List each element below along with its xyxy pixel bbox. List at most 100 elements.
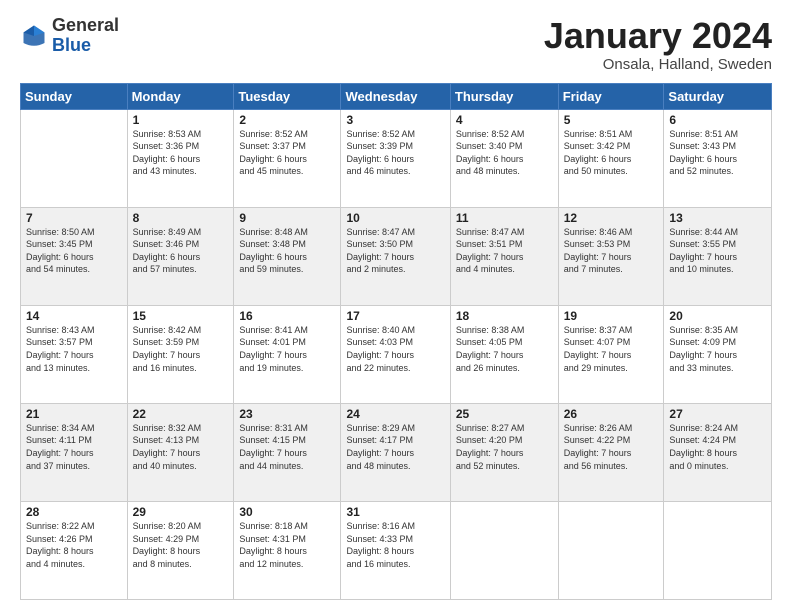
logo-line2: Blue	[52, 36, 119, 56]
col-header-monday: Monday	[127, 83, 234, 109]
day-info: Sunrise: 8:51 AMSunset: 3:42 PMDaylight:…	[564, 128, 659, 178]
day-number: 1	[133, 113, 229, 127]
day-info: Sunrise: 8:49 AMSunset: 3:46 PMDaylight:…	[133, 226, 229, 276]
day-number: 10	[346, 211, 444, 225]
day-info: Sunrise: 8:22 AMSunset: 4:26 PMDaylight:…	[26, 520, 122, 570]
location-subtitle: Onsala, Halland, Sweden	[544, 56, 772, 73]
calendar-cell: 22Sunrise: 8:32 AMSunset: 4:13 PMDayligh…	[127, 403, 234, 501]
day-info: Sunrise: 8:53 AMSunset: 3:36 PMDaylight:…	[133, 128, 229, 178]
calendar-cell: 11Sunrise: 8:47 AMSunset: 3:51 PMDayligh…	[450, 207, 558, 305]
day-number: 25	[456, 407, 553, 421]
day-number: 31	[346, 505, 444, 519]
day-info: Sunrise: 8:31 AMSunset: 4:15 PMDaylight:…	[239, 422, 335, 472]
calendar-cell: 1Sunrise: 8:53 AMSunset: 3:36 PMDaylight…	[127, 109, 234, 207]
col-header-friday: Friday	[558, 83, 664, 109]
day-info: Sunrise: 8:47 AMSunset: 3:50 PMDaylight:…	[346, 226, 444, 276]
calendar-cell	[21, 109, 128, 207]
logo-icon	[20, 22, 48, 50]
day-number: 18	[456, 309, 553, 323]
day-number: 26	[564, 407, 659, 421]
col-header-tuesday: Tuesday	[234, 83, 341, 109]
day-number: 11	[456, 211, 553, 225]
calendar-cell: 8Sunrise: 8:49 AMSunset: 3:46 PMDaylight…	[127, 207, 234, 305]
day-number: 14	[26, 309, 122, 323]
day-number: 17	[346, 309, 444, 323]
calendar-cell: 4Sunrise: 8:52 AMSunset: 3:40 PMDaylight…	[450, 109, 558, 207]
calendar-cell: 6Sunrise: 8:51 AMSunset: 3:43 PMDaylight…	[664, 109, 772, 207]
header: General Blue January 2024 Onsala, Hallan…	[20, 16, 772, 73]
title-block: January 2024 Onsala, Halland, Sweden	[544, 16, 772, 73]
day-info: Sunrise: 8:48 AMSunset: 3:48 PMDaylight:…	[239, 226, 335, 276]
day-info: Sunrise: 8:20 AMSunset: 4:29 PMDaylight:…	[133, 520, 229, 570]
day-number: 4	[456, 113, 553, 127]
day-number: 30	[239, 505, 335, 519]
day-info: Sunrise: 8:52 AMSunset: 3:37 PMDaylight:…	[239, 128, 335, 178]
day-info: Sunrise: 8:16 AMSunset: 4:33 PMDaylight:…	[346, 520, 444, 570]
day-info: Sunrise: 8:47 AMSunset: 3:51 PMDaylight:…	[456, 226, 553, 276]
day-number: 8	[133, 211, 229, 225]
day-info: Sunrise: 8:26 AMSunset: 4:22 PMDaylight:…	[564, 422, 659, 472]
col-header-wednesday: Wednesday	[341, 83, 450, 109]
calendar-week-row: 7Sunrise: 8:50 AMSunset: 3:45 PMDaylight…	[21, 207, 772, 305]
calendar-cell: 18Sunrise: 8:38 AMSunset: 4:05 PMDayligh…	[450, 305, 558, 403]
day-info: Sunrise: 8:51 AMSunset: 3:43 PMDaylight:…	[669, 128, 766, 178]
calendar-cell: 9Sunrise: 8:48 AMSunset: 3:48 PMDaylight…	[234, 207, 341, 305]
calendar-cell: 23Sunrise: 8:31 AMSunset: 4:15 PMDayligh…	[234, 403, 341, 501]
calendar-header-row: SundayMondayTuesdayWednesdayThursdayFrid…	[21, 83, 772, 109]
day-info: Sunrise: 8:52 AMSunset: 3:40 PMDaylight:…	[456, 128, 553, 178]
day-info: Sunrise: 8:37 AMSunset: 4:07 PMDaylight:…	[564, 324, 659, 374]
logo-text: General Blue	[52, 16, 119, 56]
calendar-cell: 12Sunrise: 8:46 AMSunset: 3:53 PMDayligh…	[558, 207, 664, 305]
calendar-week-row: 1Sunrise: 8:53 AMSunset: 3:36 PMDaylight…	[21, 109, 772, 207]
day-number: 7	[26, 211, 122, 225]
day-info: Sunrise: 8:52 AMSunset: 3:39 PMDaylight:…	[346, 128, 444, 178]
day-info: Sunrise: 8:46 AMSunset: 3:53 PMDaylight:…	[564, 226, 659, 276]
day-info: Sunrise: 8:41 AMSunset: 4:01 PMDaylight:…	[239, 324, 335, 374]
day-number: 27	[669, 407, 766, 421]
day-info: Sunrise: 8:27 AMSunset: 4:20 PMDaylight:…	[456, 422, 553, 472]
col-header-sunday: Sunday	[21, 83, 128, 109]
calendar-cell: 5Sunrise: 8:51 AMSunset: 3:42 PMDaylight…	[558, 109, 664, 207]
calendar-cell: 29Sunrise: 8:20 AMSunset: 4:29 PMDayligh…	[127, 501, 234, 599]
day-info: Sunrise: 8:18 AMSunset: 4:31 PMDaylight:…	[239, 520, 335, 570]
col-header-saturday: Saturday	[664, 83, 772, 109]
calendar-cell: 25Sunrise: 8:27 AMSunset: 4:20 PMDayligh…	[450, 403, 558, 501]
day-info: Sunrise: 8:50 AMSunset: 3:45 PMDaylight:…	[26, 226, 122, 276]
day-number: 12	[564, 211, 659, 225]
day-info: Sunrise: 8:29 AMSunset: 4:17 PMDaylight:…	[346, 422, 444, 472]
calendar-cell	[450, 501, 558, 599]
calendar-cell: 7Sunrise: 8:50 AMSunset: 3:45 PMDaylight…	[21, 207, 128, 305]
day-info: Sunrise: 8:38 AMSunset: 4:05 PMDaylight:…	[456, 324, 553, 374]
day-number: 21	[26, 407, 122, 421]
day-number: 29	[133, 505, 229, 519]
calendar-cell: 27Sunrise: 8:24 AMSunset: 4:24 PMDayligh…	[664, 403, 772, 501]
day-info: Sunrise: 8:34 AMSunset: 4:11 PMDaylight:…	[26, 422, 122, 472]
calendar-cell: 30Sunrise: 8:18 AMSunset: 4:31 PMDayligh…	[234, 501, 341, 599]
calendar-cell	[664, 501, 772, 599]
calendar-cell: 24Sunrise: 8:29 AMSunset: 4:17 PMDayligh…	[341, 403, 450, 501]
day-number: 28	[26, 505, 122, 519]
day-number: 23	[239, 407, 335, 421]
calendar-cell: 2Sunrise: 8:52 AMSunset: 3:37 PMDaylight…	[234, 109, 341, 207]
day-info: Sunrise: 8:32 AMSunset: 4:13 PMDaylight:…	[133, 422, 229, 472]
calendar-cell: 10Sunrise: 8:47 AMSunset: 3:50 PMDayligh…	[341, 207, 450, 305]
calendar-cell: 31Sunrise: 8:16 AMSunset: 4:33 PMDayligh…	[341, 501, 450, 599]
calendar-cell: 20Sunrise: 8:35 AMSunset: 4:09 PMDayligh…	[664, 305, 772, 403]
calendar-cell: 16Sunrise: 8:41 AMSunset: 4:01 PMDayligh…	[234, 305, 341, 403]
day-number: 24	[346, 407, 444, 421]
day-number: 3	[346, 113, 444, 127]
logo-line1: General	[52, 16, 119, 36]
day-info: Sunrise: 8:43 AMSunset: 3:57 PMDaylight:…	[26, 324, 122, 374]
calendar-cell: 26Sunrise: 8:26 AMSunset: 4:22 PMDayligh…	[558, 403, 664, 501]
day-number: 19	[564, 309, 659, 323]
day-info: Sunrise: 8:40 AMSunset: 4:03 PMDaylight:…	[346, 324, 444, 374]
day-number: 22	[133, 407, 229, 421]
calendar-cell: 15Sunrise: 8:42 AMSunset: 3:59 PMDayligh…	[127, 305, 234, 403]
col-header-thursday: Thursday	[450, 83, 558, 109]
calendar-cell: 14Sunrise: 8:43 AMSunset: 3:57 PMDayligh…	[21, 305, 128, 403]
calendar-week-row: 21Sunrise: 8:34 AMSunset: 4:11 PMDayligh…	[21, 403, 772, 501]
calendar-cell: 17Sunrise: 8:40 AMSunset: 4:03 PMDayligh…	[341, 305, 450, 403]
calendar-week-row: 14Sunrise: 8:43 AMSunset: 3:57 PMDayligh…	[21, 305, 772, 403]
calendar-cell: 21Sunrise: 8:34 AMSunset: 4:11 PMDayligh…	[21, 403, 128, 501]
calendar-cell: 13Sunrise: 8:44 AMSunset: 3:55 PMDayligh…	[664, 207, 772, 305]
